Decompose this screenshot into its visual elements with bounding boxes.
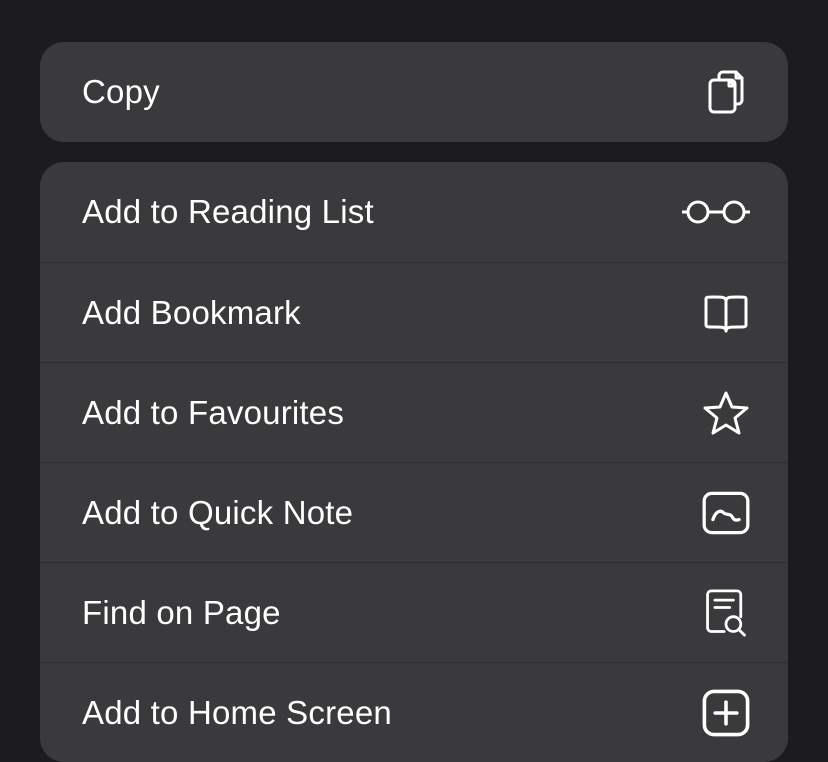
action-label: Add to Home Screen [82, 694, 392, 732]
action-label: Add to Quick Note [82, 494, 353, 532]
book-icon [702, 289, 750, 337]
copy-action[interactable]: Copy [40, 42, 788, 142]
star-icon [702, 389, 750, 437]
find-page-icon [702, 589, 750, 637]
add-bookmark-action[interactable]: Add Bookmark [40, 262, 788, 362]
copy-icon [702, 68, 750, 116]
find-on-page-action[interactable]: Find on Page [40, 562, 788, 662]
add-quick-note-action[interactable]: Add to Quick Note [40, 462, 788, 562]
action-group-1: Add to Reading List Add Bookmark Add to … [40, 162, 788, 762]
plus-square-icon [702, 689, 750, 737]
action-label: Find on Page [82, 594, 281, 632]
action-label: Add Bookmark [82, 294, 301, 332]
action-label: Add to Favourites [82, 394, 344, 432]
action-label: Add to Reading List [82, 193, 374, 231]
glasses-icon [682, 188, 750, 236]
quick-note-icon [702, 489, 750, 537]
action-group-0: Copy [40, 42, 788, 142]
add-home-screen-action[interactable]: Add to Home Screen [40, 662, 788, 762]
add-reading-list-action[interactable]: Add to Reading List [40, 162, 788, 262]
add-favourites-action[interactable]: Add to Favourites [40, 362, 788, 462]
action-label: Copy [82, 73, 160, 111]
